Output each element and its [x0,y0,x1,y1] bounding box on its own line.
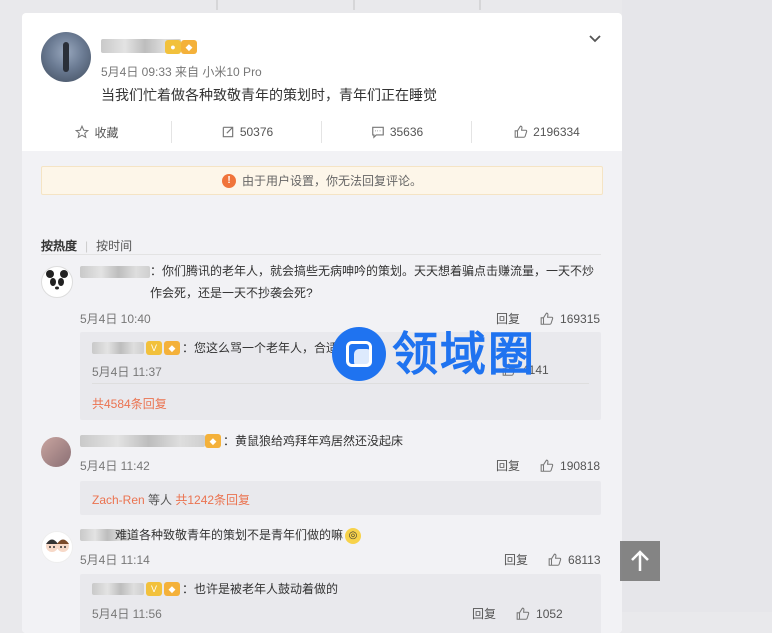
thumbs-up-icon[interactable] [540,312,554,326]
chevron-down-icon[interactable] [587,31,603,47]
sort-divider [41,254,601,255]
sort-by-time-tab[interactable]: 按时间 [96,239,132,253]
more-replies-link[interactable]: 共4584条回复 [92,395,167,412]
replier-name-blurred[interactable] [92,583,144,595]
comment-text-content: 难道各种致敬青年的策划不是青年们做的嘛 [115,528,344,542]
weibo-post-card: ● ◆ 5月4日 09:33 来自 小米10 Pro 当我们忙着做各种致敬青年的… [22,13,622,633]
replier-name-blurred[interactable] [92,342,144,354]
glasses-emoji-icon: ◎ [345,527,362,544]
reply-time: 5月4日 11:37 [92,365,162,379]
level-badge-icon: ◆ [205,434,221,448]
comments-section: ! 由于用户设置，你无法回复评论。 按热度 | 按时间 ：你们腾讯的老年人，就会搞些… [22,151,622,633]
warning-icon: ! [221,173,236,188]
comment-sort-tabs: 按热度 | 按时间 [41,237,132,254]
watermark-text: 领域圈 [392,327,536,381]
reply-button[interactable]: 回复 [496,457,520,474]
reply-thread: V ◆ ：也许是被老年人鼓动着做的 5月4日 11:56 回复 1052 [80,574,601,633]
comment-text: ：你们腾讯的老年人，就会搞些无病呻吟的策划。天天想着骗点击赚流量，一天不炒作会死… [150,264,595,300]
comment-like-count: 68113 [568,552,601,567]
page-background-right [622,0,772,612]
reply-actions: 回复 1052 [472,605,563,622]
thumbs-up-icon[interactable] [540,459,554,473]
level-badge-icon: ◆ [181,40,197,54]
reply-thread-summary: Zach-Ren 等人 共1242条回复 [80,481,601,515]
notice-text: 由于用户设置，你无法回复评论。 [241,174,422,188]
reply-summary: Zach-Ren 等人 共1242条回复 [92,491,250,508]
vip-badge-icon: ● [165,40,181,54]
commenter-avatar[interactable] [41,531,73,563]
thumbs-up-icon [514,125,528,138]
comment-time: 5月4日 11:14 [80,553,150,567]
post-actions-bar: 收藏 50376 35636 2196334 [22,117,622,147]
back-to-top-button[interactable] [620,541,660,581]
comment-like-count: 169315 [560,311,601,326]
reply-text: ：也许是被老年人鼓动着做的 [182,582,339,596]
repost-icon [222,126,234,138]
reply-summary-mid: 等人 [144,493,176,507]
reply-summary-user[interactable]: Zach-Ren [92,493,145,507]
reply-time: 5月4日 11:56 [92,607,162,621]
comment-count: 35636 [389,125,424,139]
star-icon [75,125,90,139]
repost-button[interactable]: 50376 [172,117,322,147]
commenter-name-blurred[interactable] [80,435,205,447]
comment-time: 5月4日 11:42 [80,459,150,473]
comment-actions: 回复 169315 [496,310,600,327]
background-divider [353,0,355,10]
reply-divider [92,383,589,384]
comment-time: 5月4日 10:40 [80,312,151,326]
level-badge-icon: ◆ [164,582,180,596]
like-button[interactable]: 2196334 [472,117,622,147]
reply-text: ：您这么骂一个老年人，合适么 [182,341,351,355]
thumbs-up-icon[interactable] [548,553,562,567]
reply-button[interactable]: 回复 [496,310,520,327]
post-text: 当我们忙着做各种致敬青年的策划时，青年们正在睡觉 [101,87,437,103]
comment-like-count: 190818 [560,458,601,473]
vip-badge-icon: V [146,341,162,355]
sort-separator: | [85,239,89,253]
cartoon-couple-avatar-icon [46,539,69,552]
sort-by-hot-tab[interactable]: 按热度 [41,239,77,253]
vip-badge-icon: V [146,582,162,596]
favorite-button[interactable]: 收藏 [22,117,172,147]
panda-avatar-icon [46,270,68,294]
comment-actions: 回复 68113 [504,551,601,568]
background-divider [216,0,218,10]
commenter-avatar[interactable] [41,437,71,467]
page-background-left [0,0,22,612]
post-meta: 5月4日 09:33 来自 小米10 Pro [101,65,262,79]
thumbs-up-icon[interactable] [516,607,530,621]
commenter-name-blurred[interactable] [80,266,150,278]
comment-text: 难道各种致敬青年的策划不是青年们做的嘛 ◎ [115,524,362,546]
watermark: 领域圈 [332,327,562,383]
more-replies-link[interactable]: 共1242条回复 [175,493,250,507]
watermark-logo-icon [332,327,386,381]
comment-button[interactable]: 35636 [322,117,472,147]
reply-restricted-notice: ! 由于用户设置，你无法回复评论。 [41,166,603,195]
arrow-up-icon [631,550,649,571]
background-divider [479,0,481,10]
comment-actions: 回复 190818 [496,457,600,474]
reply-like-count: 1052 [536,606,563,621]
reply-button[interactable]: 回复 [472,605,496,622]
repost-count: 50376 [239,125,274,139]
comment-icon [371,126,384,139]
like-count: 2196334 [533,125,580,139]
favorite-label: 收藏 [94,125,119,140]
reply-button[interactable]: 回复 [504,551,528,568]
level-badge-icon: ◆ [164,341,180,355]
comment-text: ：黄鼠狼给鸡拜年鸡居然还没起床 [223,434,404,448]
commenter-avatar[interactable] [41,266,73,298]
author-avatar[interactable] [41,32,91,82]
